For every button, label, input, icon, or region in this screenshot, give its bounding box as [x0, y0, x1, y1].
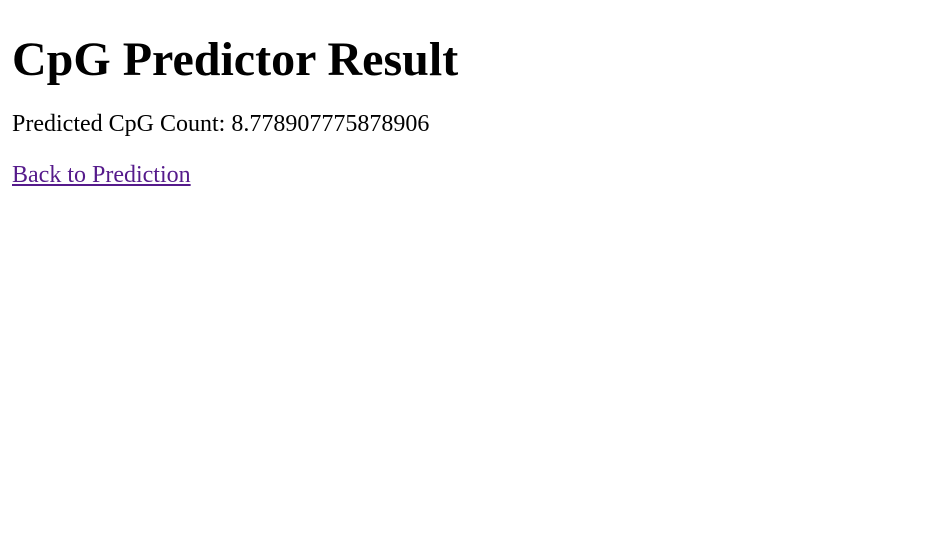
result-page: CpG Predictor Result Predicted CpG Count… [12, 32, 919, 189]
result-value: 8.778907775878906 [231, 111, 430, 137]
result-label: Predicted CpG Count: [12, 111, 226, 137]
prediction-result: Predicted CpG Count: 8.778907775878906 [12, 110, 919, 138]
back-to-prediction-link[interactable]: Back to Prediction [12, 161, 191, 189]
page-title: CpG Predictor Result [12, 33, 459, 86]
